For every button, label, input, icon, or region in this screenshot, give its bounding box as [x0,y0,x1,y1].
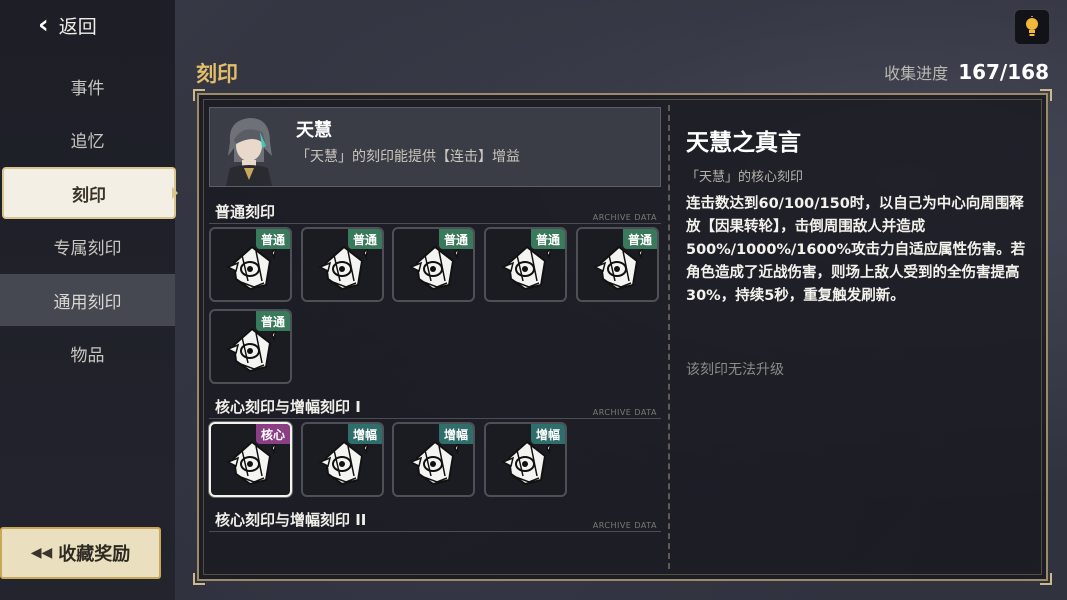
section-divider [209,223,661,224]
collection-progress: 收集进度 167/168 [884,60,1049,84]
collection-reward-button[interactable]: ◀◀ 收藏奖励 [0,527,161,579]
rarity-badge: 核心 [255,424,290,444]
lightbulb-icon[interactable] [1014,9,1050,45]
section-tag: ARCHIVE DATA [592,213,657,222]
corner-ornament [1040,89,1052,101]
imprint-tile[interactable]: 普通 [209,309,292,384]
back-label: 返回 [58,15,97,38]
nav-item-memories[interactable]: 追忆 [0,113,175,165]
character-name: 天慧 [296,120,332,141]
rarity-badge: 普通 [530,229,565,249]
sidebar: ‹ 返回 事件 追忆 刻印 专属刻印 通用刻印 物品 ◀◀ 收藏奖励 [0,0,178,600]
imprint-tile[interactable]: 普通 [392,227,475,302]
nav-item-common-imprints[interactable]: 通用刻印 [0,274,175,326]
rarity-badge: 普通 [255,311,290,331]
nav-item-events[interactable]: 事件 [0,60,175,112]
rarity-badge: 普通 [347,229,382,249]
progress-label: 收集进度 [884,64,949,83]
rarity-badge: 普通 [622,229,657,249]
imprint-tile[interactable]: 普通 [209,227,292,302]
imprint-detail-title: 天慧之真言 [686,130,801,156]
imprint-upgrade-note: 该刻印无法升级 [686,362,784,378]
section-tag: ARCHIVE DATA [592,521,657,530]
rarity-badge: 增幅 [530,424,565,444]
imprint-tile[interactable]: 普通 [576,227,659,302]
rarity-badge: 增幅 [347,424,382,444]
rarity-badge: 普通 [255,229,290,249]
corner-ornament [1040,573,1052,585]
progress-value: 167/168 [958,60,1049,84]
character-description: 「天慧」的刻印能提供【连击】增益 [296,149,520,165]
imprint-tile[interactable]: 增幅 [484,422,567,497]
corner-ornament [193,573,205,585]
chevron-left-icon: ‹ [38,10,49,40]
double-arrow-left-icon: ◀◀ [30,545,53,561]
imprint-detail-description: 连击数达到60/100/150时，以自己为中心向周围释放【因果转轮】，击倒周围敌… [686,196,1026,304]
nav-item-imprints[interactable]: 刻印 [2,167,178,219]
collection-reward-label: 收藏奖励 [58,544,131,565]
section-title-core-amp-2: 核心刻印与增幅刻印 II [215,511,367,529]
imprint-tile[interactable]: 普通 [484,227,567,302]
corner-ornament [193,89,205,101]
back-button[interactable]: ‹ 返回 [38,10,97,40]
nav-item-items[interactable]: 物品 [0,327,175,379]
section-title-normal: 普通刻印 [215,203,276,221]
rarity-badge: 增幅 [438,424,473,444]
character-card: 天慧 「天慧」的刻印能提供【连击】增益 [209,107,661,187]
character-avatar [220,112,278,186]
rarity-badge: 普通 [438,229,473,249]
imprint-panel: 天慧 「天慧」的刻印能提供【连击】增益 普通刻印 ARCHIVE DATA 普通… [193,89,1052,585]
section-divider [209,418,661,419]
imprint-tile[interactable]: 普通 [301,227,384,302]
section-divider [209,531,661,532]
imprint-tile[interactable]: 核心 [209,422,292,497]
lightbulb-glyph [1026,16,1038,36]
section-tag: ARCHIVE DATA [592,408,657,417]
section-title-core-amp-1: 核心刻印与增幅刻印 I [215,398,361,416]
imprint-tile[interactable]: 增幅 [392,422,475,497]
panel-divider [668,105,670,569]
page-title: 刻印 [196,62,238,86]
nav-item-exclusive-imprints[interactable]: 专属刻印 [0,220,175,272]
imprint-detail-subtitle: 「天慧」的核心刻印 [686,170,804,185]
imprint-tile[interactable]: 增幅 [301,422,384,497]
